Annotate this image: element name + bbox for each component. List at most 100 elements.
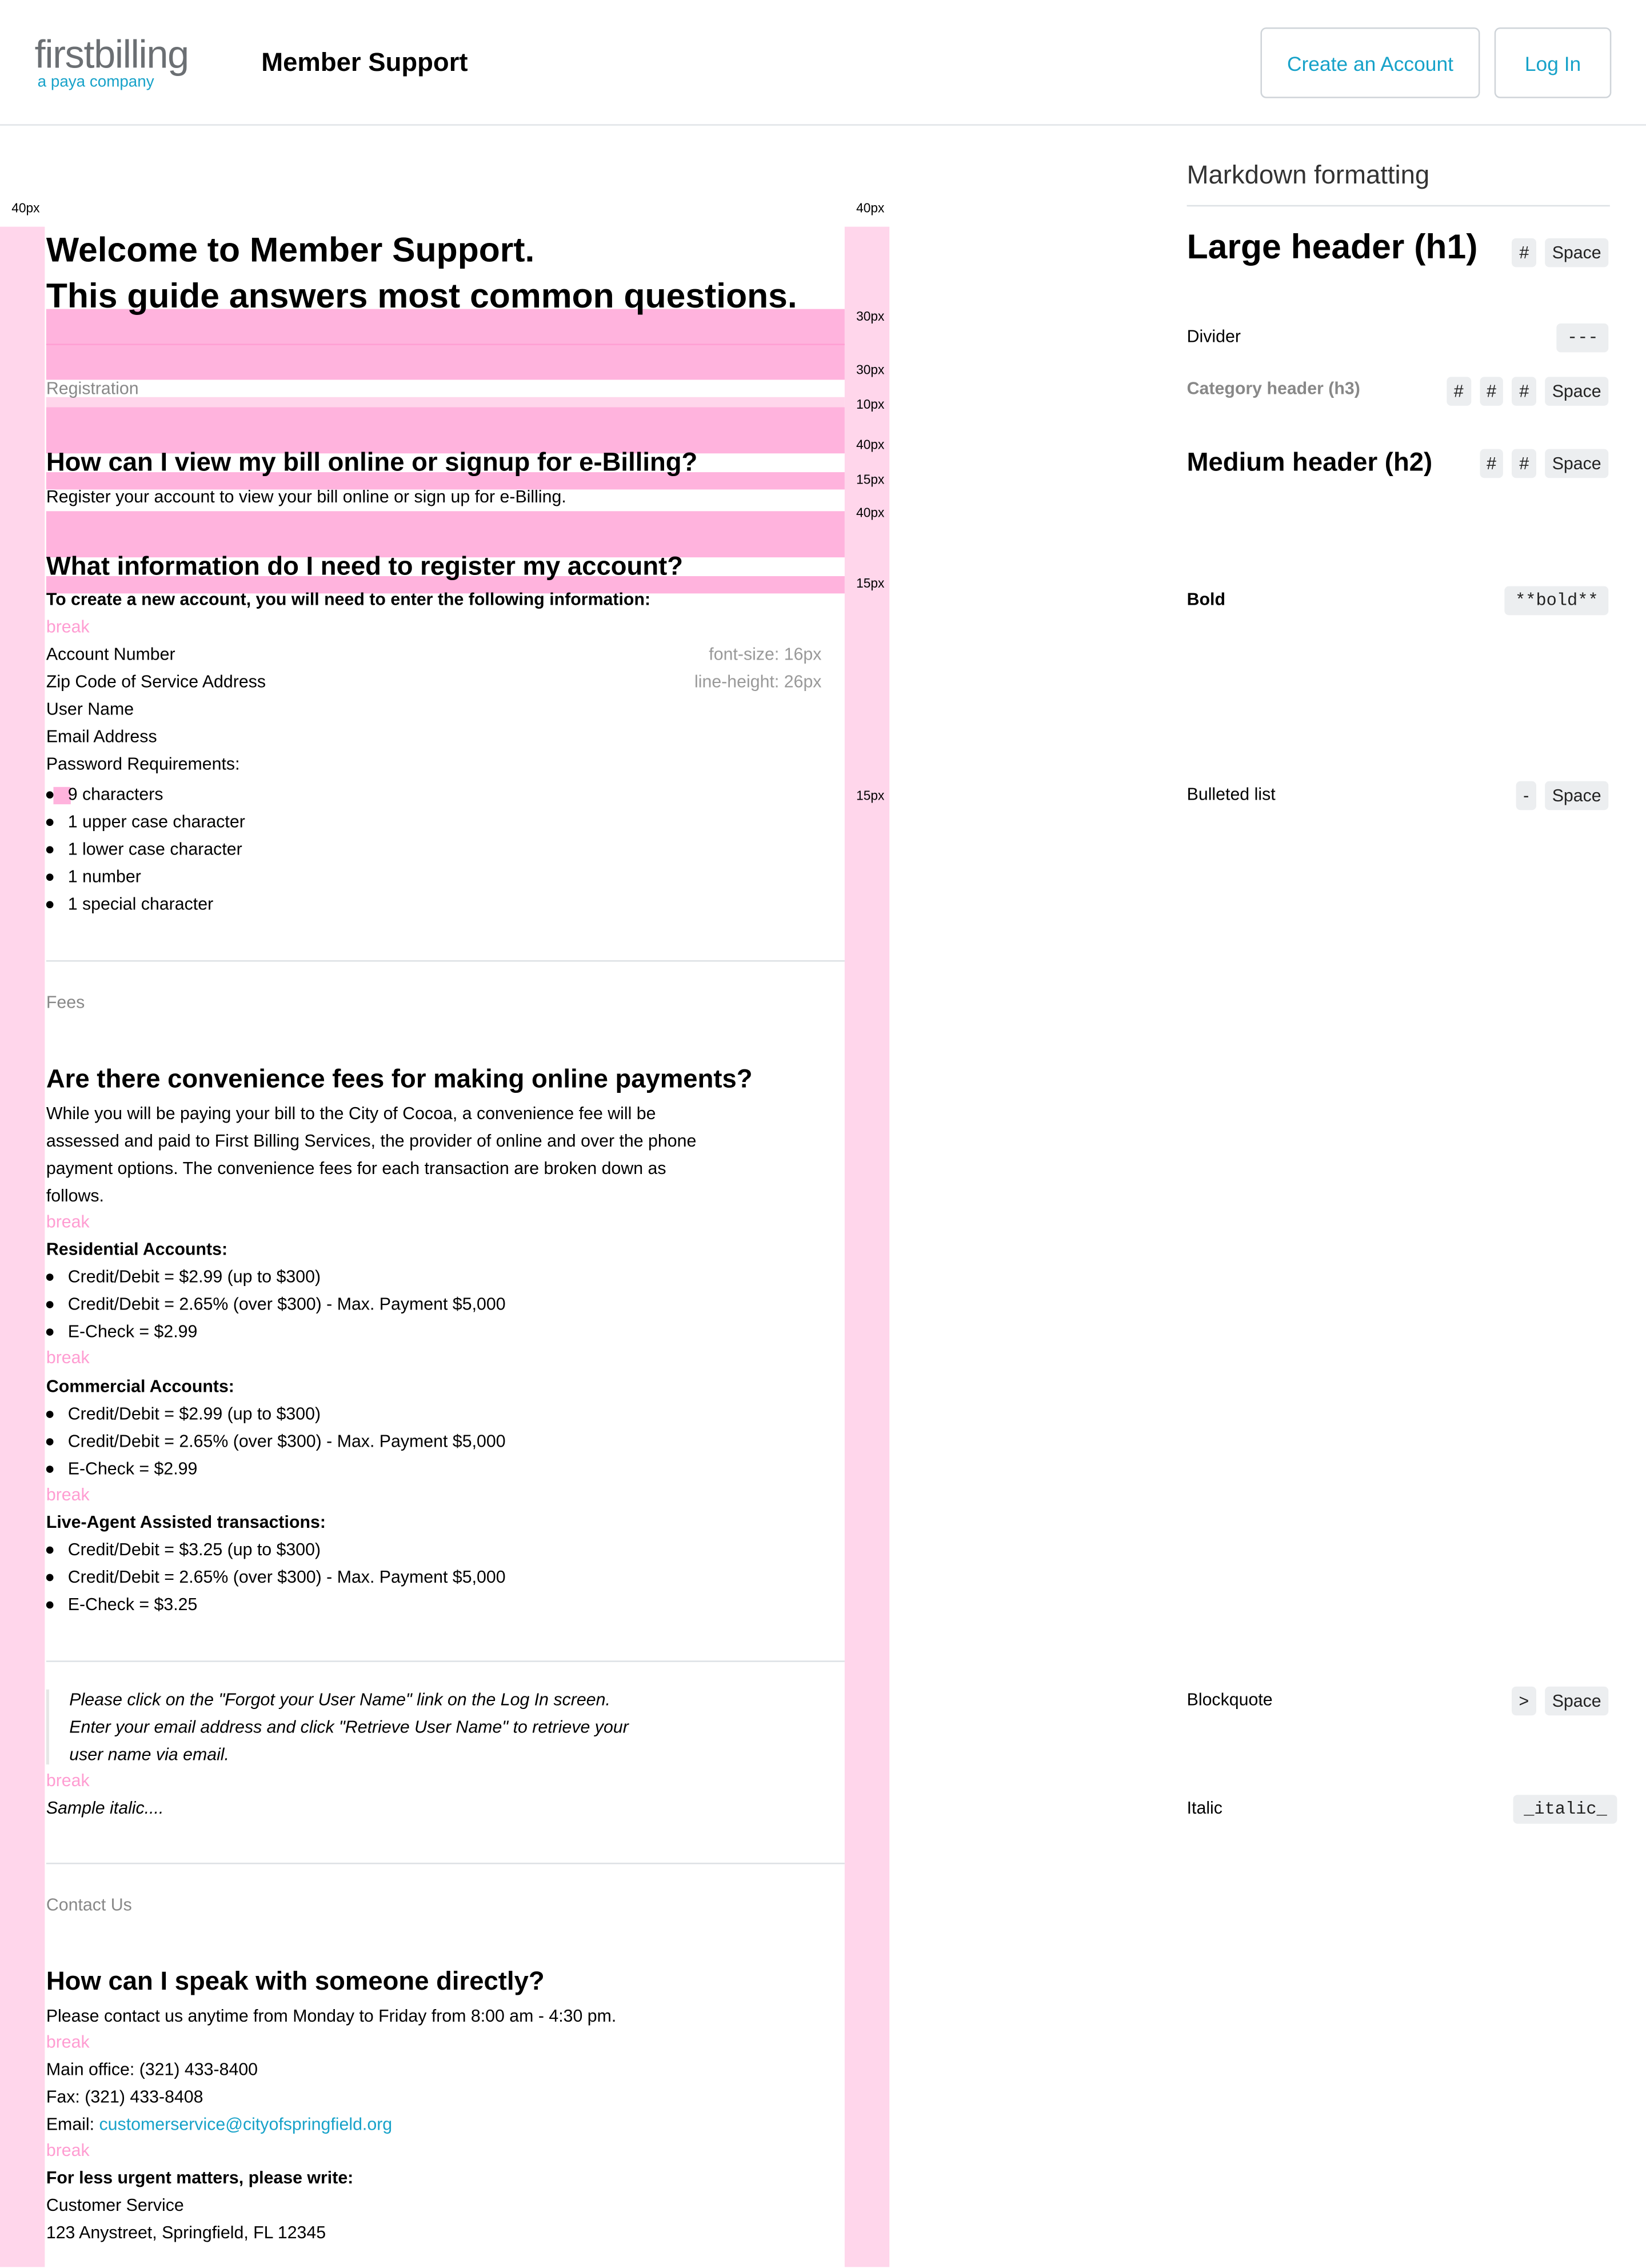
spacing-label: 10px — [856, 397, 885, 412]
right-margin-guide — [844, 226, 890, 2267]
contact-hours: Please contact us anytime from Monday to… — [46, 2006, 617, 2026]
blockquote-line: user name via email. — [69, 1744, 229, 1765]
field-item: Email Address — [46, 726, 157, 747]
email-line: Email: customerservice@cityofspringfield… — [46, 2114, 392, 2134]
logo-first: first — [34, 33, 95, 77]
spacing-label: 15px — [856, 576, 885, 591]
divider — [46, 1660, 845, 1662]
fax: Fax: (321) 433-8408 — [46, 2086, 203, 2107]
hash-key: # — [1512, 449, 1536, 478]
divider — [46, 1862, 845, 1864]
create-account-button[interactable]: Create an Account — [1260, 27, 1480, 98]
greater-than-key: > — [1511, 1686, 1536, 1716]
hash-key: # — [1479, 377, 1504, 406]
break-marker: break — [46, 1484, 90, 1505]
spacing-label: 40px — [856, 437, 885, 452]
italic-sample: Sample italic.... — [46, 1798, 164, 1818]
spacing-guide — [46, 407, 845, 454]
spacing-label: 15px — [856, 472, 885, 487]
address-line: 123 Anystreet, Springfield, FL 12345 — [46, 2222, 326, 2243]
log-in-button[interactable]: Log In — [1494, 27, 1612, 98]
break-marker: break — [46, 616, 90, 637]
list-item: E-Check = $2.99 — [46, 1459, 197, 1479]
field-item: Zip Code of Service Address — [46, 671, 266, 692]
category-header-fees: Fees — [46, 992, 85, 1012]
welcome-heading-line1: Welcome to Member Support. — [46, 231, 535, 270]
list-item: 1 lower case character — [46, 839, 242, 859]
bold-key: **bold** — [1505, 586, 1609, 616]
field-item: User Name — [46, 698, 134, 720]
font-size-note: font-size: 16px — [709, 644, 822, 665]
h2-shortcut: # # Space — [1479, 449, 1609, 478]
write-title: For less urgent matters, please write: — [46, 2167, 354, 2188]
spacing-guide — [46, 511, 845, 558]
main-office: Main office: (321) 433-8400 — [46, 2059, 258, 2079]
spacing-label: 40px — [856, 505, 885, 520]
margin-label-right: 40px — [856, 201, 885, 215]
list-item: Credit/Debit = $2.99 (up to $300) — [46, 1267, 321, 1287]
sidebar-italic-label: Italic — [1186, 1798, 1222, 1818]
email-link[interactable]: customerservice@cityofspringfield.org — [99, 2114, 393, 2134]
blockquote-bar — [46, 1689, 49, 1765]
list-item: Credit/Debit = $3.25 (up to $300) — [46, 1539, 321, 1559]
list-item: Credit/Debit = 2.65% (over $300) - Max. … — [46, 1431, 506, 1451]
blockquote-line: Enter your email address and click "Retr… — [69, 1716, 629, 1738]
list-item: Credit/Debit = 2.65% (over $300) - Max. … — [46, 1294, 506, 1314]
italic-key: _italic_ — [1513, 1795, 1617, 1824]
space-key: Space — [1545, 238, 1609, 267]
fee-group-title: Live-Agent Assisted transactions: — [46, 1512, 326, 1532]
list-item: Credit/Debit = 2.65% (over $300) - Max. … — [46, 1567, 506, 1587]
logo-billing: billing — [94, 33, 189, 77]
question-register-info: What information do I need to register m… — [46, 552, 684, 581]
sidebar-bold-label: Bold — [1186, 589, 1225, 610]
field-item: Account Number — [46, 644, 175, 665]
blockquote-shortcut: > Space — [1511, 1686, 1609, 1716]
sidebar-h2-label: Medium header (h2) — [1186, 448, 1433, 477]
list-item: Credit/Debit = $2.99 (up to $300) — [46, 1404, 321, 1424]
answer-view-bill: Register your account to view your bill … — [46, 486, 566, 507]
space-key: Space — [1545, 781, 1609, 810]
page: firstbilling a paya company Member Suppo… — [0, 0, 1646, 2267]
italic-shortcut: _italic_ — [1513, 1795, 1617, 1824]
logo-tagline: a paya company — [37, 73, 154, 91]
sidebar-h1-label: Large header (h1) — [1186, 228, 1478, 267]
break-marker: break — [46, 1770, 90, 1791]
left-margin-guide — [0, 226, 45, 2267]
margin-label-left: 40px — [11, 201, 40, 215]
list-item: 1 special character — [46, 894, 213, 914]
dash-key: - — [1516, 781, 1536, 810]
category-header-registration: Registration — [46, 378, 139, 399]
fee-group-title: Residential Accounts: — [46, 1239, 228, 1259]
space-key: Space — [1545, 377, 1609, 406]
welcome-heading-line2: This guide answers most common questions… — [46, 277, 797, 317]
hash-key: # — [1447, 377, 1471, 406]
address-line: Customer Service — [46, 2194, 184, 2215]
break-marker: break — [46, 1347, 90, 1368]
question-view-bill: How can I view my bill online or signup … — [46, 448, 698, 477]
question-fees: Are there convenience fees for making on… — [46, 1064, 753, 1093]
list-item: 9 characters — [46, 784, 163, 804]
dashes-key: --- — [1557, 323, 1609, 353]
hash-key: # — [1512, 377, 1536, 406]
list-item: E-Check = $3.25 — [46, 1594, 197, 1614]
fees-answer-line: While you will be paying your bill to th… — [46, 1103, 656, 1124]
list-item: 1 upper case character — [46, 812, 245, 832]
site-title: Member Support — [261, 47, 468, 77]
logo[interactable]: firstbilling a paya company — [35, 35, 189, 91]
fees-answer-line: payment options. The convenience fees fo… — [46, 1158, 666, 1179]
sidebar-bullet-label: Bulleted list — [1186, 784, 1276, 805]
fees-answer-line: follows. — [46, 1185, 104, 1206]
break-marker: break — [46, 1211, 90, 1232]
h3-shortcut: # # # Space — [1447, 377, 1609, 406]
spacing-label: 30px — [856, 362, 885, 377]
fees-answer-line: assessed and paid to First Billing Servi… — [46, 1131, 697, 1151]
bold-shortcut: **bold** — [1505, 586, 1609, 616]
markdown-formatting-title: Markdown formatting — [1186, 160, 1430, 189]
list-item: 1 number — [46, 867, 141, 887]
break-marker: break — [46, 2031, 90, 2052]
space-key: Space — [1545, 1686, 1609, 1716]
space-key: Space — [1545, 449, 1609, 478]
top-bar: firstbilling a paya company Member Suppo… — [0, 0, 1646, 126]
spacing-guide — [46, 344, 845, 380]
list-item: E-Check = $2.99 — [46, 1321, 197, 1341]
